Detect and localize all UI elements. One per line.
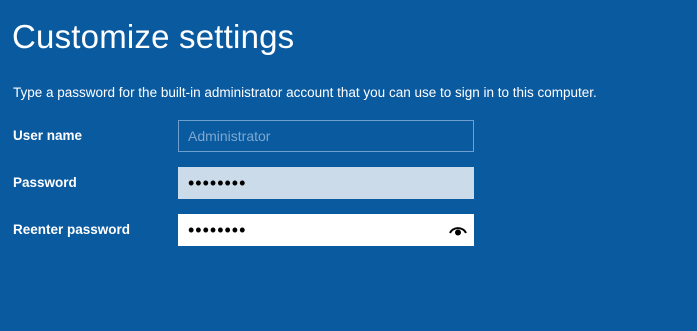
username-field-container xyxy=(178,120,474,152)
instruction-text: Type a password for the built-in adminis… xyxy=(13,85,597,100)
reenter-password-input[interactable] xyxy=(178,214,474,246)
username-input[interactable] xyxy=(179,121,473,151)
eye-icon xyxy=(449,227,467,236)
reenter-password-field-container xyxy=(178,214,474,246)
page-title: Customize settings xyxy=(12,18,295,55)
password-input[interactable] xyxy=(178,167,474,199)
reveal-password-button[interactable] xyxy=(448,221,468,239)
password-field-container xyxy=(178,167,474,199)
password-label: Password xyxy=(13,175,77,190)
username-label: User name xyxy=(13,128,83,143)
reenter-password-label: Reenter password xyxy=(13,222,131,237)
